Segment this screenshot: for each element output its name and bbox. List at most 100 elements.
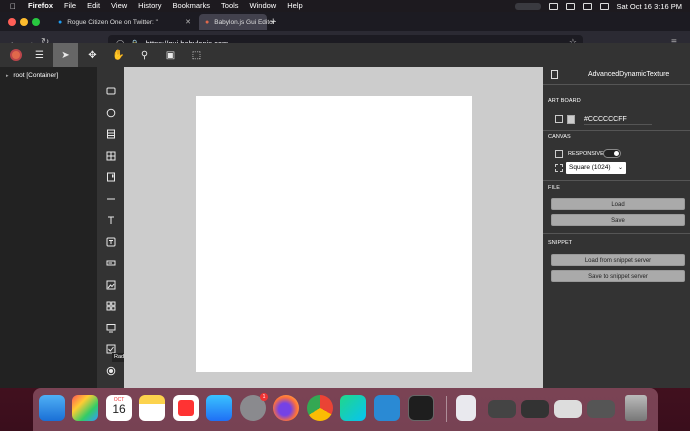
stackpanel-tool-icon[interactable] xyxy=(101,124,120,143)
text-tool-icon[interactable] xyxy=(101,210,120,229)
window-thumbnail-3[interactable] xyxy=(554,400,582,418)
grid-tool-icon[interactable] xyxy=(101,146,120,165)
toggle-knob xyxy=(614,151,619,156)
artboard-color-input[interactable]: #CCCCCCFF xyxy=(584,115,652,125)
control-toolbox xyxy=(97,67,124,388)
news-glyph-icon xyxy=(178,400,194,416)
menu-bar-status: Sat Oct 16 3:16 PM xyxy=(514,0,682,12)
hamburger-menu-icon[interactable]: ☰ xyxy=(27,43,52,67)
canvas-size-icon xyxy=(555,164,563,172)
window-thumbnail-2[interactable] xyxy=(521,400,549,418)
chrome-icon[interactable] xyxy=(307,395,333,421)
menu-view[interactable]: View xyxy=(111,0,127,12)
window-thumbnail-1[interactable] xyxy=(488,400,516,418)
window-thumbnail-4[interactable] xyxy=(587,400,615,418)
move-tool-icon[interactable]: ✥ xyxy=(80,43,105,67)
notification-badge: 1 xyxy=(260,393,268,401)
responsive-toggle[interactable] xyxy=(603,149,621,158)
app-store-icon[interactable] xyxy=(206,395,232,421)
displaygrid-tool-icon[interactable] xyxy=(101,318,120,337)
textbutton-tool-icon[interactable] xyxy=(101,232,120,251)
battery-icon[interactable] xyxy=(548,2,558,10)
responsive-label: RESPONSIVE xyxy=(568,151,604,157)
save-button[interactable]: Save xyxy=(551,214,685,226)
menu-edit[interactable]: Edit xyxy=(87,0,100,12)
fit-to-window-icon[interactable]: ▣ xyxy=(158,43,183,67)
notes-icon[interactable] xyxy=(139,395,165,421)
tab-title: Babylon.js Gui Editor xyxy=(214,18,275,26)
section-title-artboard: ART BOARD xyxy=(548,98,581,104)
vscode-icon[interactable] xyxy=(374,395,400,421)
tab-twitter[interactable]: ● Rogue Citizen One on Twitter: " ✕ xyxy=(52,14,197,30)
scrollviewer-tool-icon[interactable] xyxy=(101,167,120,186)
clock[interactable]: Sat Oct 16 3:16 PM xyxy=(617,2,682,11)
zoom-window-icon[interactable] xyxy=(32,18,40,26)
artboard[interactable] xyxy=(196,96,472,372)
load-button[interactable]: Load xyxy=(551,198,685,210)
line-tool-icon[interactable] xyxy=(101,189,120,208)
artboard-bounds-icon[interactable]: ⬚ xyxy=(184,43,209,67)
menu-app-name[interactable]: Firefox xyxy=(28,0,53,12)
close-tab-icon[interactable]: ✕ xyxy=(185,18,191,26)
news-icon[interactable] xyxy=(173,395,199,421)
tree-item-root[interactable]: ▸ root [Container] xyxy=(6,72,58,79)
artboard-color-icon xyxy=(555,115,563,123)
workbench-canvas[interactable] xyxy=(124,67,543,388)
responsive-icon xyxy=(555,150,563,158)
section-title-canvas: CANVAS xyxy=(548,134,571,140)
calendar-icon[interactable]: OCT 16 xyxy=(106,395,132,421)
menu-bookmarks[interactable]: Bookmarks xyxy=(173,0,211,12)
tab-strip: ● Rogue Citizen One on Twitter: " ✕ ● Ba… xyxy=(0,12,690,31)
babylon-logo-icon[interactable] xyxy=(10,49,22,61)
canvas-size-value: Square (1024) xyxy=(569,164,611,171)
menu-file[interactable]: File xyxy=(64,0,76,12)
divider xyxy=(543,130,690,131)
status-pill-icon[interactable] xyxy=(514,2,541,10)
chevron-down-icon: ⌄ xyxy=(617,165,623,171)
tab-title: Rogue Citizen One on Twitter: " xyxy=(67,18,158,26)
menu-window[interactable]: Window xyxy=(250,0,277,12)
select-tool-icon[interactable]: ➤ xyxy=(53,43,78,67)
canvas-size-select[interactable]: Square (1024) ⌄ xyxy=(566,162,626,174)
radiobutton-tool-icon[interactable] xyxy=(101,361,120,380)
webstorm-icon[interactable] xyxy=(340,395,366,421)
new-tab-icon[interactable]: + xyxy=(270,15,276,29)
firefox-icon[interactable] xyxy=(273,395,299,421)
section-title-file: FILE xyxy=(548,185,561,191)
image-tool-icon[interactable] xyxy=(101,275,120,294)
menu-help[interactable]: Help xyxy=(287,0,302,12)
section-title-snippet: SNIPPET xyxy=(548,240,573,246)
close-window-icon[interactable] xyxy=(8,18,16,26)
expand-caret-icon[interactable]: ▸ xyxy=(6,73,9,79)
document-icon xyxy=(551,70,558,79)
menu-tools[interactable]: Tools xyxy=(221,0,239,12)
calendar-day: 16 xyxy=(112,402,126,416)
inputtext-tool-icon[interactable] xyxy=(101,253,120,272)
launchpad-icon[interactable] xyxy=(72,395,98,421)
panel-title: AdvancedDynamicTexture xyxy=(588,71,670,78)
menu-history[interactable]: History xyxy=(138,0,161,12)
apple-icon[interactable]:  xyxy=(10,2,18,11)
pan-tool-icon[interactable]: ✋ xyxy=(106,43,131,67)
colorpicker-tool-icon[interactable] xyxy=(101,296,120,315)
scene-tree-panel: ▸ root [Container] xyxy=(0,67,97,388)
load-snippet-button[interactable]: Load from snippet server xyxy=(551,254,685,266)
tree-item-label: root [Container] xyxy=(13,72,59,79)
trash-icon[interactable] xyxy=(625,395,647,421)
archive-icon[interactable] xyxy=(456,395,476,421)
search-icon[interactable] xyxy=(582,2,592,10)
twitter-icon: ● xyxy=(58,18,63,26)
control-center-icon[interactable] xyxy=(599,2,609,10)
dock-separator xyxy=(446,396,447,422)
terminal-icon[interactable] xyxy=(408,395,434,421)
zoom-tool-icon[interactable]: ⚲ xyxy=(132,43,157,67)
rectangle-tool-icon[interactable] xyxy=(101,81,120,100)
minimize-window-icon[interactable] xyxy=(20,18,28,26)
gui-editor-toolbar: ☰ ➤ ✥ ✋ ⚲ ▣ ⬚ xyxy=(0,43,690,67)
finder-icon[interactable] xyxy=(39,395,65,421)
artboard-color-swatch[interactable] xyxy=(567,115,575,124)
save-snippet-button[interactable]: Save to snippet server xyxy=(551,270,685,282)
tab-babylon[interactable]: ● Babylon.js Gui Editor xyxy=(199,14,275,30)
ellipse-tool-icon[interactable] xyxy=(101,103,120,122)
wifi-icon[interactable] xyxy=(565,2,575,10)
